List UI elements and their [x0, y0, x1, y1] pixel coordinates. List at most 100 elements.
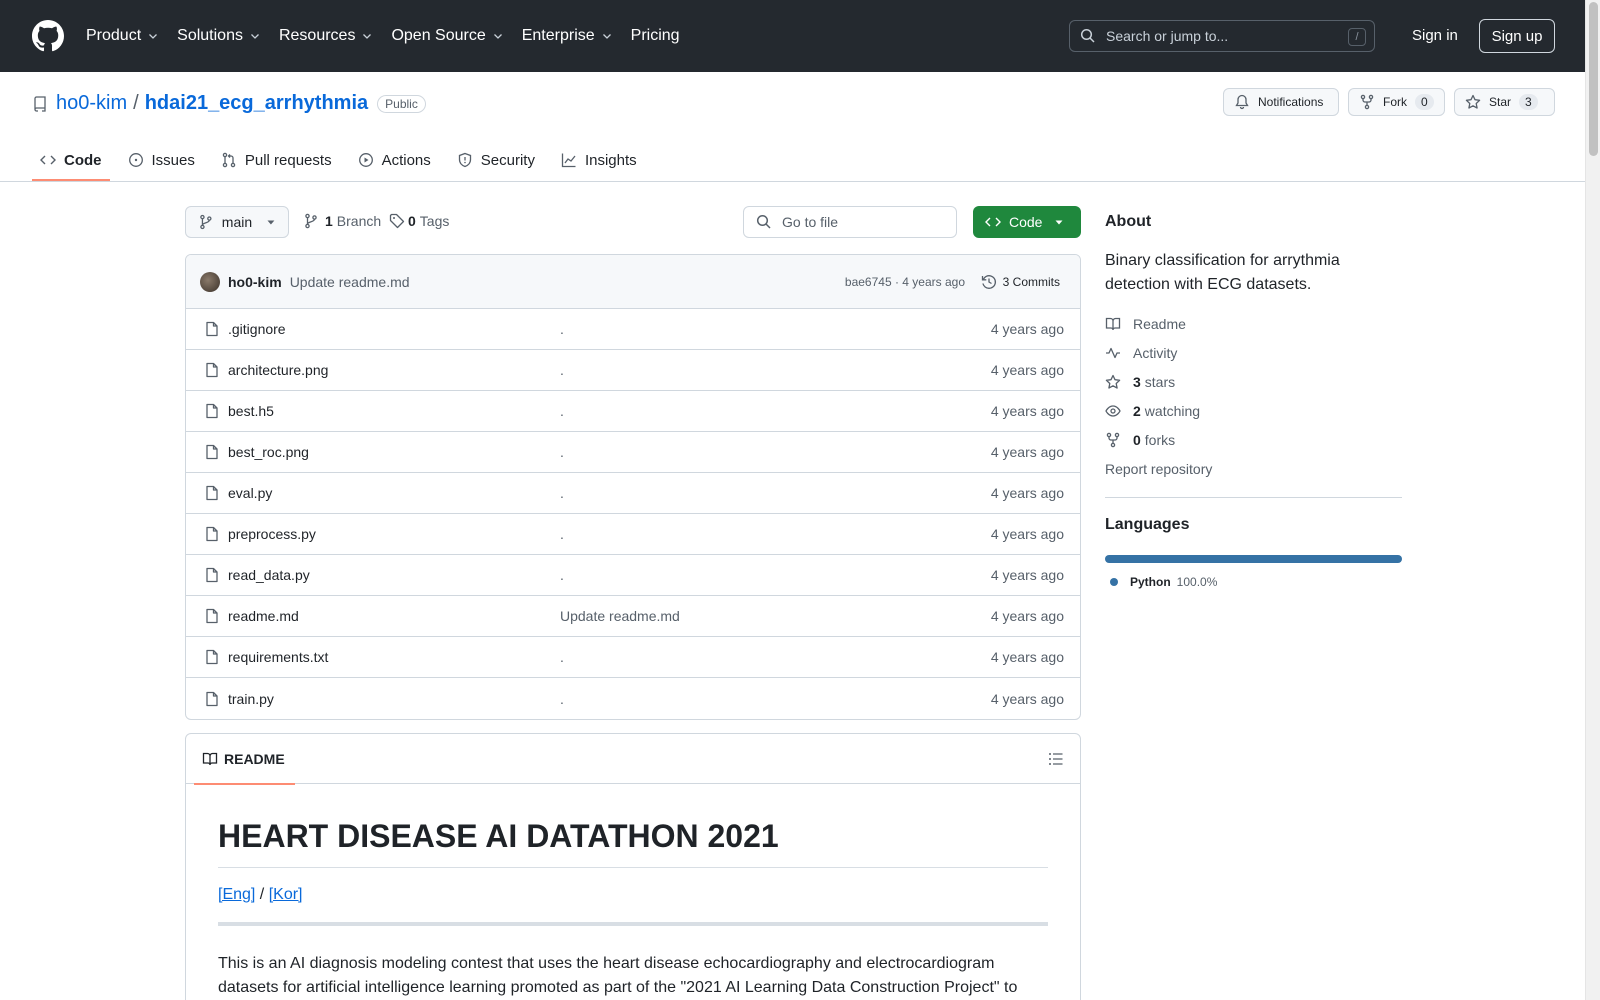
table-row[interactable]: architecture.png. 4 years ago	[186, 350, 1080, 391]
file-name-link[interactable]: best.h5	[228, 403, 274, 419]
watchers-link[interactable]: 2 watching	[1105, 396, 1402, 425]
nav-resources[interactable]: Resources	[279, 27, 373, 45]
file-icon	[206, 608, 218, 624]
branch-select-button[interactable]: main	[185, 206, 289, 238]
tab-issues[interactable]: Issues	[120, 140, 203, 180]
file-commit-message-link[interactable]: .	[560, 649, 564, 665]
file-name-link[interactable]: readme.md	[228, 608, 299, 624]
play-circle-icon	[358, 153, 373, 167]
fork-button[interactable]: Fork 0	[1348, 88, 1445, 116]
link-separator: /	[255, 886, 269, 903]
page-scrollbar[interactable]	[1585, 0, 1600, 1000]
search-input[interactable]: Search or jump to... /	[1069, 20, 1375, 52]
avatar[interactable]	[200, 271, 220, 292]
file-icon	[206, 649, 218, 665]
commits-history-link[interactable]: 3 Commits	[981, 274, 1060, 290]
file-commit-message-link[interactable]: .	[560, 362, 564, 378]
forks-count: 0	[1133, 431, 1141, 448]
language-python-link[interactable]: Python 100.0%	[1105, 575, 1402, 589]
file-date: 4 years ago	[990, 567, 1064, 583]
file-commit-message-link[interactable]: .	[560, 403, 564, 419]
file-commit-message-link[interactable]: .	[560, 691, 564, 707]
go-to-file-input[interactable]: Go to file	[743, 206, 957, 238]
file-name-link[interactable]: eval.py	[228, 485, 272, 501]
github-logo-icon[interactable]	[32, 20, 64, 52]
table-row[interactable]: requirements.txt. 4 years ago	[186, 637, 1080, 678]
file-browser: ho0-kim Update readme.md bae6745 · 4 yea…	[185, 254, 1081, 720]
file-commit-message-link[interactable]: .	[560, 321, 564, 337]
forks-link[interactable]: 0 forks	[1105, 425, 1402, 454]
tab-code[interactable]: Code	[32, 140, 110, 181]
commit-meta[interactable]: bae6745 · 4 years ago	[845, 275, 965, 289]
sidebar-divider	[1105, 497, 1402, 498]
table-row[interactable]: preprocess.py. 4 years ago	[186, 514, 1080, 555]
tab-security[interactable]: Security	[449, 140, 543, 180]
file-icon	[206, 567, 218, 583]
notifications-label: Notifications	[1258, 95, 1324, 109]
sign-up-button[interactable]: Sign up	[1479, 19, 1555, 53]
file-name-link[interactable]: best_roc.png	[228, 444, 309, 460]
star-button[interactable]: Star 3	[1454, 88, 1555, 116]
nav-pricing[interactable]: Pricing	[631, 27, 680, 45]
tab-insights[interactable]: Insights	[553, 140, 645, 180]
table-row[interactable]: train.py. 4 years ago	[186, 678, 1080, 719]
file-name-link[interactable]: .gitignore	[228, 321, 286, 337]
table-row[interactable]: readme.md Update readme.md 4 years ago	[186, 596, 1080, 637]
table-row[interactable]: .gitignore. 4 years ago	[186, 309, 1080, 350]
book-icon	[1105, 317, 1121, 330]
file-commit-message-link[interactable]: .	[560, 526, 564, 542]
readme-header: README	[186, 734, 1080, 785]
activity-link[interactable]: Activity	[1105, 338, 1402, 367]
file-commit-message-link[interactable]: Update readme.md	[560, 608, 680, 624]
file-commit-message-link[interactable]: .	[560, 567, 564, 583]
repo-name-link[interactable]: hdai21_ecg_arrhythmia	[145, 92, 368, 115]
tab-label: Security	[480, 151, 535, 169]
caret-down-icon	[1055, 220, 1063, 225]
tab-pull-requests[interactable]: Pull requests	[213, 140, 340, 180]
file-commit-message-link[interactable]: .	[560, 444, 564, 460]
report-repository-link[interactable]: Report repository	[1105, 454, 1402, 483]
english-link[interactable]: [Eng]	[218, 886, 255, 903]
file-name-link[interactable]: preprocess.py	[228, 526, 316, 542]
notifications-button[interactable]: Notifications	[1223, 88, 1339, 116]
commit-message-link[interactable]: Update readme.md	[290, 274, 410, 290]
language-links: [Eng] / [Kor]	[218, 886, 1048, 904]
nav-enterprise[interactable]: Enterprise	[522, 27, 613, 45]
tab-actions[interactable]: Actions	[350, 140, 439, 180]
commit-author-link[interactable]: ho0-kim	[228, 274, 282, 290]
table-row[interactable]: best_roc.png. 4 years ago	[186, 432, 1080, 473]
tab-label: Issues	[151, 151, 195, 169]
nav-open-source[interactable]: Open Source	[391, 27, 503, 45]
file-name-link[interactable]: train.py	[228, 691, 274, 707]
outline-list-icon[interactable]	[1048, 751, 1064, 767]
scrollbar-thumb[interactable]	[1589, 2, 1598, 156]
file-name-link[interactable]: read_data.py	[228, 567, 310, 583]
file-commit-message-link[interactable]: .	[560, 485, 564, 501]
file-date: 4 years ago	[990, 690, 1064, 707]
readme-link[interactable]: Readme	[1105, 309, 1402, 338]
korean-link[interactable]: [Kor]	[269, 886, 303, 903]
bell-icon	[1235, 94, 1249, 110]
branches-link[interactable]: 1 Branch	[303, 213, 381, 229]
stars-label: stars	[1144, 373, 1176, 390]
stars-link[interactable]: 3 stars	[1105, 367, 1402, 396]
shield-icon	[458, 152, 471, 168]
file-name-link[interactable]: architecture.png	[228, 362, 328, 378]
table-row[interactable]: eval.py. 4 years ago	[186, 473, 1080, 514]
horizontal-rule	[218, 922, 1048, 926]
code-button-label: Code	[1009, 214, 1043, 230]
book-icon	[202, 752, 218, 766]
nav-solutions[interactable]: Solutions	[177, 27, 261, 45]
file-list: .gitignore. 4 years ago architecture.png. 4…	[186, 309, 1080, 719]
nav-product[interactable]: Product	[86, 27, 159, 45]
repo-owner-link[interactable]: ho0-kim	[56, 92, 127, 115]
code-dropdown-button[interactable]: Code	[973, 206, 1081, 238]
readme-tab[interactable]: README	[194, 734, 295, 785]
tags-link[interactable]: 0 Tags	[389, 213, 449, 229]
branch-label: Branch	[336, 213, 382, 229]
table-row[interactable]: best.h5. 4 years ago	[186, 391, 1080, 432]
file-name-link[interactable]: requirements.txt	[228, 649, 328, 665]
pull-request-icon	[222, 152, 236, 168]
table-row[interactable]: read_data.py. 4 years ago	[186, 555, 1080, 596]
sign-in-link[interactable]: Sign in	[1412, 27, 1458, 44]
